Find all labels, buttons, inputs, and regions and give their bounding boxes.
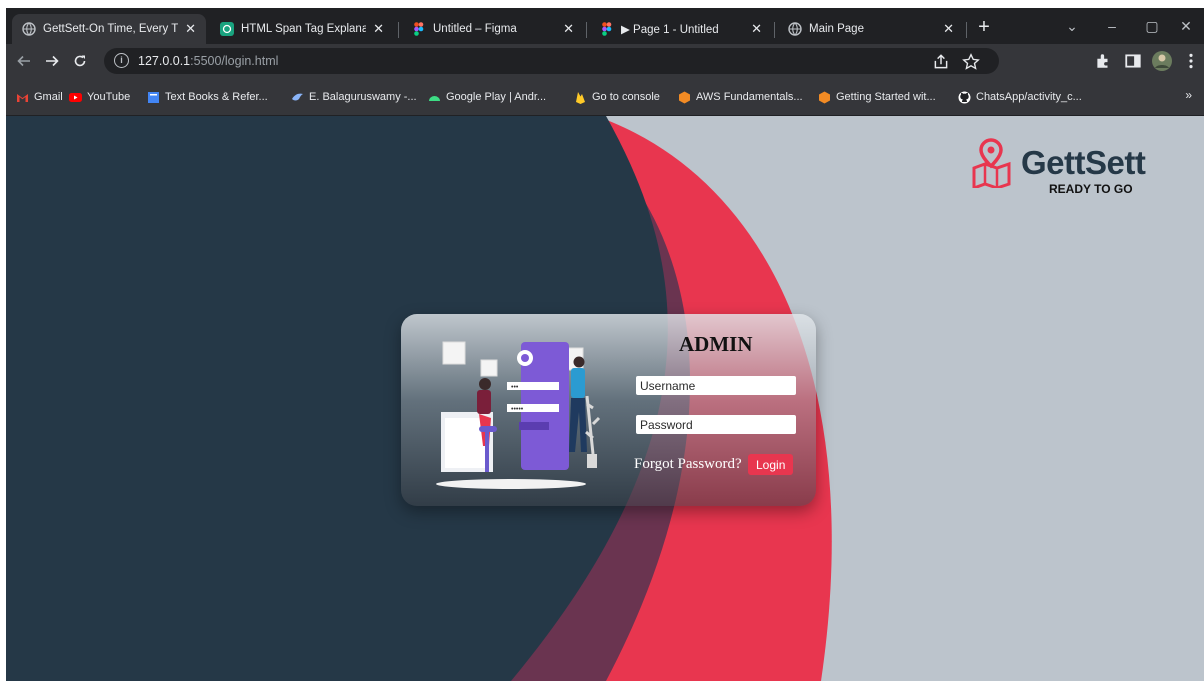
url-path: :5500/login.html [190, 54, 279, 68]
bookmark-star-icon[interactable] [962, 53, 980, 71]
map-pin-icon [972, 138, 1011, 188]
extensions-icon[interactable] [1094, 52, 1112, 70]
chatgpt-icon [220, 22, 234, 36]
gettsett-logo: GettSett READY TO GO [971, 134, 1171, 204]
gmail-icon [17, 93, 28, 102]
close-tab-icon[interactable]: ✕ [373, 21, 384, 37]
side-panel-icon[interactable] [1124, 52, 1142, 70]
bookmark-chatsapp[interactable]: ChatsApp/activity_c... [958, 88, 1082, 106]
bookmark-label: Text Books & Refer... [165, 91, 268, 103]
bookmarks-overflow-button[interactable]: » [1185, 88, 1192, 102]
profile-avatar-icon[interactable] [1151, 50, 1173, 72]
close-tab-icon[interactable]: ✕ [943, 21, 954, 37]
bookmark-aws-fundamentals[interactable]: AWS Fundamentals... [678, 88, 803, 106]
bookmark-youtube[interactable]: YouTube [69, 88, 130, 106]
bookmark-gmail[interactable]: Gmail [16, 88, 63, 106]
globe-icon [22, 22, 36, 36]
login-illustration: ••• ••••• [436, 341, 601, 489]
reload-icon [74, 55, 86, 67]
bookmark-console[interactable]: Go to console [574, 88, 660, 106]
more-menu-icon[interactable] [1182, 52, 1200, 70]
bookmark-getting-started[interactable]: Getting Started wit... [818, 88, 936, 106]
bookmark-label: AWS Fundamentals... [696, 91, 803, 103]
illustration-username-dots: ••• [511, 384, 519, 391]
close-tab-icon[interactable]: ✕ [563, 21, 574, 37]
android-icon [429, 95, 440, 101]
tab-separator [586, 22, 587, 38]
url-text[interactable]: 127.0.0.1:5500/login.html [138, 54, 278, 68]
tab-title: ▶ Page 1 - Untitled [621, 24, 719, 36]
password-input[interactable] [636, 415, 796, 434]
globe-icon [788, 22, 802, 36]
tab-figma[interactable]: Untitled – Figma ✕ [402, 14, 584, 44]
forward-arrow-icon [46, 55, 59, 67]
bookmark-google-play[interactable]: Google Play | Andr... [428, 88, 546, 106]
forward-button[interactable] [40, 49, 64, 73]
address-bar[interactable]: i 127.0.0.1:5500/login.html [104, 48, 999, 74]
bookmark-label: ChatsApp/activity_c... [976, 91, 1082, 103]
login-card: ••• ••••• ADMIN Forgot Password? Login [401, 314, 816, 506]
figma-icon [602, 22, 612, 36]
username-input[interactable] [636, 376, 796, 395]
aws-icon [679, 91, 690, 103]
tab-main-page[interactable]: Main Page ✕ [778, 14, 964, 44]
bookmark-label: YouTube [87, 91, 131, 103]
tab-title: GettSett-On Time, Every T [43, 23, 179, 35]
tab-title: HTML Span Tag Explanati [241, 23, 367, 35]
bookmark-textbooks[interactable]: Text Books & Refer... [147, 88, 268, 106]
figma-icon [414, 22, 424, 36]
close-tab-icon[interactable]: ✕ [185, 21, 196, 37]
tab-title: Main Page [809, 23, 864, 35]
new-tab-button[interactable]: + [973, 16, 995, 38]
github-icon [958, 91, 971, 103]
tab-gettsett[interactable]: GettSett-On Time, Every T ✕ [12, 14, 206, 44]
youtube-icon [69, 92, 82, 102]
tab-separator [966, 22, 967, 38]
tab-html-span[interactable]: HTML Span Tag Explanati ✕ [210, 14, 394, 44]
bookmark-balaguruswamy[interactable]: E. Balaguruswamy -... [291, 88, 417, 106]
bookmarks-bar: Gmail YouTube Text Books & Refer... E. B… [6, 78, 1204, 116]
bird-icon [292, 93, 303, 100]
reload-button[interactable] [68, 49, 92, 73]
minimize-button[interactable]: – [1092, 14, 1132, 38]
close-window-button[interactable]: ✕ [1166, 14, 1204, 38]
tab-separator [774, 22, 775, 38]
browser-toolbar: i 127.0.0.1:5500/login.html [6, 44, 1204, 78]
bookmark-label: Google Play | Andr... [446, 91, 547, 103]
close-tab-icon[interactable]: ✕ [751, 21, 762, 37]
illustration-password-dots: ••••• [511, 406, 524, 413]
back-button[interactable] [12, 49, 36, 73]
tab-page1[interactable]: ▶ Page 1 - Untitled ✕ [590, 14, 772, 44]
firebase-icon [576, 91, 585, 104]
share-icon[interactable] [932, 53, 950, 71]
logo-wordmark: GettSett [1021, 144, 1146, 181]
back-arrow-icon [17, 55, 30, 67]
tab-search-button[interactable]: ⌄ [1052, 14, 1092, 38]
logo-tagline: READY TO GO [1049, 182, 1133, 196]
forgot-password-link[interactable]: Forgot Password? [634, 456, 742, 473]
tab-separator [398, 22, 399, 38]
browser-window: GettSett-On Time, Every T ✕ HTML Span Ta… [6, 8, 1204, 681]
bookmark-label: E. Balaguruswamy -... [309, 91, 417, 103]
url-host: 127.0.0.1 [138, 54, 191, 68]
site-info-icon[interactable]: i [114, 53, 129, 68]
admin-title: ADMIN [679, 332, 753, 356]
login-button[interactable]: Login [748, 454, 794, 475]
tab-strip: GettSett-On Time, Every T ✕ HTML Span Ta… [6, 8, 1204, 44]
bookmark-label: Gmail [34, 91, 63, 103]
bookmark-label: Go to console [592, 91, 660, 103]
page-viewport: GettSett READY TO GO ••• ••••• ADMIN Use… [6, 116, 1204, 681]
aws-icon [819, 91, 830, 103]
bookmark-label: Getting Started wit... [836, 91, 936, 103]
tab-title: Untitled – Figma [433, 23, 517, 35]
book-icon [148, 91, 159, 103]
